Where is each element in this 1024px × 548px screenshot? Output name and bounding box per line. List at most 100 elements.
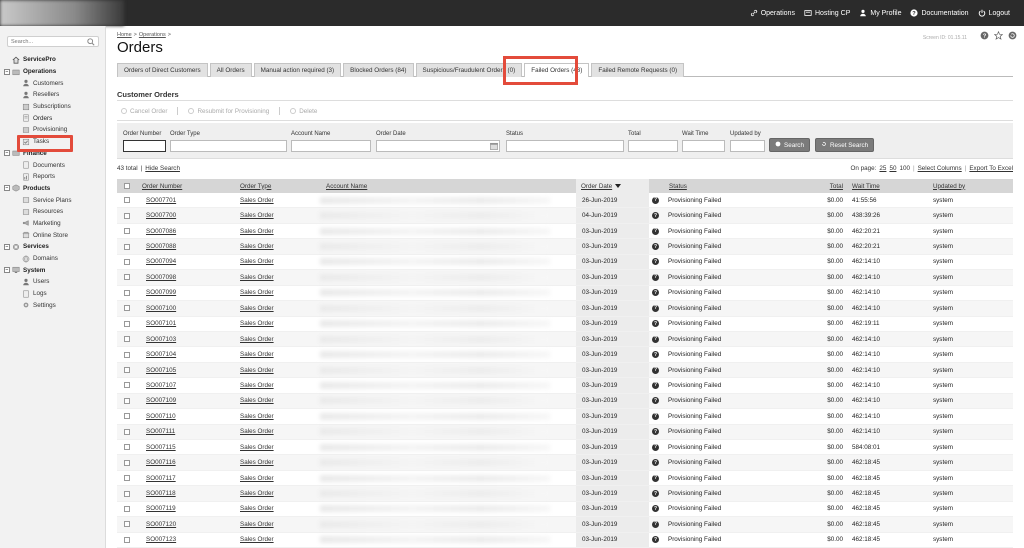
row-checkbox[interactable] — [124, 301, 130, 315]
status-info-icon[interactable]: ? — [652, 212, 659, 220]
row-checkbox[interactable] — [124, 347, 130, 361]
refresh-icon[interactable] — [1008, 31, 1017, 40]
status-info-icon[interactable]: ? — [652, 412, 659, 420]
order-number-link[interactable]: SO007111 — [146, 425, 175, 439]
order-number-link[interactable]: SO007094 — [146, 255, 176, 269]
resubmit-button[interactable]: Resubmit for Provisioning — [188, 108, 269, 115]
order-type-link[interactable]: Sales Order — [240, 193, 274, 207]
row-checkbox[interactable] — [124, 286, 130, 300]
order-type-link[interactable]: Sales Order — [240, 455, 274, 469]
order-type-link[interactable]: Sales Order — [240, 440, 274, 454]
order-number-link[interactable]: SO007088 — [146, 239, 176, 253]
column-header-order-date[interactable]: Order Date — [576, 179, 649, 193]
row-checkbox[interactable] — [124, 455, 130, 469]
sidebar-item-domains[interactable]: Domains — [4, 253, 106, 265]
star-icon[interactable] — [994, 31, 1003, 40]
order-number-link[interactable]: SO007104 — [146, 347, 176, 361]
status-info-icon[interactable]: ? — [652, 243, 659, 251]
sidebar-section-products[interactable]: − Products — [4, 183, 106, 195]
order-type-link[interactable]: Sales Order — [240, 394, 274, 408]
sidebar-item-reports[interactable]: Reports — [4, 171, 106, 183]
status-info-icon[interactable]: ? — [652, 227, 659, 235]
sidebar-section-operations[interactable]: − Operations — [4, 66, 106, 78]
order-number-link[interactable]: SO007086 — [146, 224, 176, 238]
row-checkbox[interactable] — [124, 224, 130, 238]
search-icon[interactable] — [87, 38, 95, 46]
reset-search-button[interactable]: Reset Search — [815, 138, 875, 152]
select-all-checkbox[interactable] — [124, 179, 130, 193]
table-row[interactable]: SO007088 Sales Order 03-Jun-2019? Provision… — [117, 239, 1013, 255]
order-type-input[interactable] — [170, 140, 287, 152]
sidebar-section-system[interactable]: − System — [4, 264, 106, 276]
sidebar-section-finance[interactable]: − Finance — [4, 148, 106, 160]
table-row[interactable]: SO007086 Sales Order 03-Jun-2019? Provision… — [117, 223, 1013, 240]
order-type-link[interactable]: Sales Order — [240, 517, 274, 531]
delete-button[interactable]: Delete — [290, 108, 317, 115]
hide-search-link[interactable]: Hide Search — [145, 165, 180, 172]
tab-failed-remote-requests[interactable]: Failed Remote Requests (0) — [591, 63, 685, 77]
sidebar-item-orders[interactable]: Orders — [4, 112, 106, 124]
status-info-icon[interactable]: ? — [652, 397, 659, 405]
status-info-icon[interactable]: ? — [652, 536, 659, 544]
column-header-total[interactable]: Total — [797, 179, 843, 193]
sidebar-item-resources[interactable]: Resources — [4, 206, 106, 218]
updated-by-input[interactable] — [730, 140, 765, 152]
breadcrumb-operations[interactable]: Operations — [139, 32, 166, 38]
status-info-icon[interactable]: ? — [652, 258, 659, 266]
sidebar-section-services[interactable]: − Services — [4, 241, 106, 253]
table-row[interactable]: SO007094 Sales Order 03-Jun-2019? Provision… — [117, 254, 1013, 271]
table-row[interactable]: SO007100 Sales Order 03-Jun-2019? Provision… — [117, 301, 1013, 317]
column-header-account-name[interactable]: Account Name — [326, 179, 367, 193]
table-row[interactable]: SO007103 Sales Order 03-Jun-2019? Provision… — [117, 331, 1013, 348]
order-type-link[interactable]: Sales Order — [240, 301, 274, 315]
sidebar-item-subscriptions[interactable]: Subscriptions — [4, 101, 106, 113]
row-checkbox[interactable] — [124, 378, 130, 392]
order-type-link[interactable]: Sales Order — [240, 378, 274, 392]
tab-manual-action[interactable]: Manual action required (3) — [253, 63, 342, 77]
table-row[interactable]: SO007120 Sales Order 03-Jun-2019? Provision… — [117, 517, 1013, 533]
table-row[interactable]: SO007119 Sales Order 03-Jun-2019? Provision… — [117, 501, 1013, 518]
order-type-link[interactable]: Sales Order — [240, 471, 274, 485]
status-info-icon[interactable]: ? — [652, 366, 659, 374]
order-number-link[interactable]: SO007105 — [146, 363, 176, 377]
calendar-icon[interactable] — [490, 142, 498, 150]
status-info-icon[interactable]: ? — [652, 381, 659, 389]
order-date-input[interactable] — [376, 140, 500, 152]
table-row[interactable]: SO007099 Sales Order 03-Jun-2019? Provision… — [117, 285, 1013, 302]
table-row[interactable]: SO007118 Sales Order 03-Jun-2019? Provision… — [117, 486, 1013, 502]
table-row[interactable]: SO007101 Sales Order 03-Jun-2019? Provision… — [117, 316, 1013, 332]
table-row[interactable]: SO007104 Sales Order 03-Jun-2019? Provision… — [117, 347, 1013, 363]
status-info-icon[interactable]: ? — [652, 335, 659, 343]
row-checkbox[interactable] — [124, 517, 130, 531]
table-row[interactable]: SO007107 Sales Order 03-Jun-2019? Provision… — [117, 378, 1013, 394]
status-info-icon[interactable]: ? — [652, 196, 659, 204]
status-info-icon[interactable]: ? — [652, 320, 659, 328]
order-type-link[interactable]: Sales Order — [240, 208, 274, 222]
row-checkbox[interactable] — [124, 317, 130, 331]
row-checkbox[interactable] — [124, 486, 130, 500]
sidebar-item-tasks[interactable]: Tasks — [4, 136, 106, 148]
table-row[interactable]: SO007105 Sales Order 03-Jun-2019? Provision… — [117, 362, 1013, 379]
collapse-icon[interactable]: − — [4, 243, 10, 250]
table-row[interactable]: SO007111 Sales Order 03-Jun-2019? Provision… — [117, 424, 1013, 440]
row-checkbox[interactable] — [124, 332, 130, 346]
table-row[interactable]: SO007115 Sales Order 03-Jun-2019? Provision… — [117, 440, 1013, 456]
status-info-icon[interactable]: ? — [652, 273, 659, 281]
select-columns-link[interactable]: Select Columns — [918, 165, 962, 172]
table-row[interactable]: SO007116 Sales Order 03-Jun-2019? Provision… — [117, 455, 1013, 471]
order-number-link[interactable]: SO007109 — [146, 394, 176, 408]
sidebar-item-customers[interactable]: Customers — [4, 77, 106, 89]
order-number-input[interactable] — [123, 140, 166, 152]
topnav-hosting-cp[interactable]: Hosting CP — [804, 9, 850, 17]
order-type-link[interactable]: Sales Order — [240, 363, 274, 377]
order-number-link[interactable]: SO007115 — [146, 440, 176, 454]
breadcrumb-home[interactable]: Home — [117, 32, 132, 38]
table-row[interactable]: SO007700 Sales Order 04-Jun-2019? Provision… — [117, 208, 1013, 224]
column-header-updated-by[interactable]: Updated by — [933, 179, 965, 193]
order-type-link[interactable]: Sales Order — [240, 409, 274, 423]
status-info-icon[interactable]: ? — [652, 505, 659, 513]
order-number-link[interactable]: SO007100 — [146, 301, 176, 315]
status-info-icon[interactable]: ? — [652, 428, 659, 436]
order-type-link[interactable]: Sales Order — [240, 286, 274, 300]
order-number-link[interactable]: SO007118 — [146, 486, 176, 500]
